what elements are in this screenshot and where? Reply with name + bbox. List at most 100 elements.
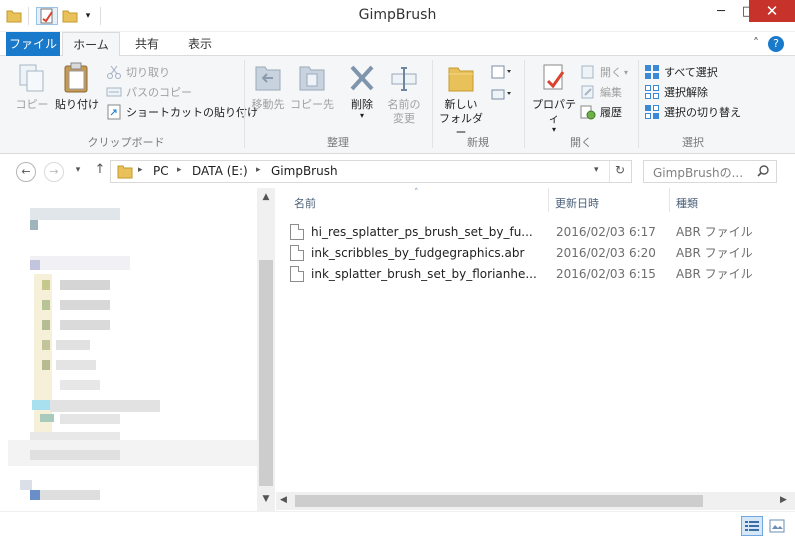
close-button[interactable]: ✕ xyxy=(749,0,795,22)
copy-path-button[interactable]: パスのコピー xyxy=(106,82,242,102)
open-dropdown-icon[interactable]: ▾ xyxy=(624,68,628,77)
copy-path-icon xyxy=(106,87,122,97)
open-icon xyxy=(581,65,594,79)
file-icon xyxy=(290,244,304,261)
nav-icon-blurred xyxy=(40,414,54,422)
breadcrumb-separator[interactable]: ▸ xyxy=(256,165,261,175)
minimize-button[interactable]: ─ xyxy=(708,0,734,22)
breadcrumb-pc[interactable]: PC xyxy=(153,164,169,178)
nav-item-blurred[interactable] xyxy=(56,360,96,370)
navigation-pane[interactable]: ▲ ▼ xyxy=(0,188,276,511)
new-folder-button[interactable]: 新しい フォルダー xyxy=(436,62,486,140)
easy-access-icon xyxy=(491,89,511,100)
nav-item-blurred[interactable] xyxy=(60,380,100,390)
tab-file[interactable]: ファイル xyxy=(6,32,60,56)
tab-home[interactable]: ホーム xyxy=(62,32,120,57)
column-header-date[interactable]: 更新日時 xyxy=(555,194,665,214)
properties-label: プロパティ xyxy=(532,98,576,125)
select-none-button[interactable]: 選択解除 xyxy=(644,82,754,102)
collapse-ribbon-icon[interactable]: ˄ xyxy=(748,36,764,52)
nav-item-blurred[interactable] xyxy=(40,490,100,500)
horizontal-scrollbar-thumb[interactable] xyxy=(295,495,703,507)
properties-dropdown-icon[interactable]: ▾ xyxy=(528,126,580,134)
select-none-label: 選択解除 xyxy=(664,86,708,99)
file-name: hi_res_splatter_ps_brush_set_by_fu... xyxy=(311,224,533,239)
copy-button[interactable]: コピー xyxy=(14,62,50,112)
ribbon: コピー 貼り付け 切り取り パスのコピー ショートカットの貼り付け クリップボー… xyxy=(0,56,795,154)
details-view-icon xyxy=(745,521,759,531)
details-view-button[interactable] xyxy=(741,516,763,536)
copy-icon xyxy=(19,64,44,92)
address-separator xyxy=(609,161,610,182)
ribbon-tab-bar: ファイル ホーム 共有 表示 ˄ ? xyxy=(0,32,795,57)
scroll-left-icon[interactable]: ◀ xyxy=(280,495,287,505)
select-all-button[interactable]: すべて選択 xyxy=(644,62,754,82)
scroll-up-icon[interactable]: ▲ xyxy=(259,192,273,202)
address-dropdown-icon[interactable]: ▾ xyxy=(594,165,599,175)
easy-access-button[interactable] xyxy=(490,86,514,105)
open-button[interactable]: 開く ▾ xyxy=(580,62,640,82)
nav-item-blurred[interactable] xyxy=(30,450,120,460)
ribbon-separator xyxy=(524,60,525,148)
nav-icon-blurred xyxy=(42,340,50,350)
recent-locations-icon[interactable]: ▾ xyxy=(72,165,84,175)
column-separator[interactable] xyxy=(669,188,670,212)
move-to-button[interactable]: 移動先 xyxy=(248,62,288,112)
forward-button[interactable]: → xyxy=(44,162,64,182)
nav-item-blurred[interactable] xyxy=(60,414,120,424)
edit-button[interactable]: 編集 xyxy=(580,82,640,102)
up-button[interactable]: ↑ xyxy=(92,162,108,177)
nav-item-blurred[interactable] xyxy=(60,280,110,290)
scroll-right-icon[interactable]: ▶ xyxy=(780,495,787,505)
invert-selection-button[interactable]: 選択の切り替え xyxy=(644,102,754,122)
file-row[interactable]: hi_res_splatter_ps_brush_set_by_fu... 20… xyxy=(290,221,770,242)
history-button[interactable]: 履歴 xyxy=(580,102,640,122)
large-icons-view-button[interactable] xyxy=(766,516,788,536)
nav-item-blurred[interactable] xyxy=(50,400,160,412)
nav-item-blurred[interactable] xyxy=(30,256,130,270)
help-icon[interactable]: ? xyxy=(768,36,784,52)
nav-icon-blurred xyxy=(30,490,40,500)
file-date: 2016/02/03 6:15 xyxy=(556,266,656,281)
scissors-icon xyxy=(107,65,121,79)
tab-share[interactable]: 共有 xyxy=(122,32,172,56)
breadcrumb-separator[interactable]: ▸ xyxy=(138,165,143,175)
breadcrumb-separator[interactable]: ▸ xyxy=(177,165,182,175)
nav-item-blurred[interactable] xyxy=(56,340,90,350)
new-item-button[interactable] xyxy=(490,64,514,83)
nav-item-blurred[interactable] xyxy=(30,208,120,220)
copy-to-button[interactable]: コピー先 xyxy=(290,62,334,112)
open-small-items: 開く ▾ 編集 履歴 xyxy=(580,62,640,122)
nav-scrollbar-thumb[interactable] xyxy=(259,260,273,486)
refresh-icon[interactable]: ↻ xyxy=(615,163,625,177)
select-small-items: すべて選択 選択解除 選択の切り替え xyxy=(644,62,754,122)
rename-button[interactable]: 名前の 変更 xyxy=(384,62,424,126)
address-bar[interactable]: ▸ PC ▸ DATA (E:) ▸ GimpBrush ▾ ↻ xyxy=(110,160,632,183)
paste-shortcut-button[interactable]: ショートカットの貼り付け xyxy=(106,102,258,122)
delete-dropdown-icon[interactable]: ▾ xyxy=(342,112,382,120)
back-button[interactable]: ← xyxy=(16,162,36,182)
search-input[interactable]: GimpBrushの... xyxy=(643,160,777,183)
nav-item-blurred[interactable] xyxy=(60,320,110,330)
breadcrumb-current-folder[interactable]: GimpBrush xyxy=(271,164,338,178)
column-header-type[interactable]: 種類 xyxy=(676,194,776,214)
scroll-down-icon[interactable]: ▼ xyxy=(259,494,273,504)
copy-label: コピー xyxy=(15,98,49,111)
cut-button[interactable]: 切り取り xyxy=(106,62,242,82)
file-row[interactable]: ink_splatter_brush_set_by_florianhe... 2… xyxy=(290,263,770,284)
tab-view[interactable]: 表示 xyxy=(174,32,226,56)
delete-button[interactable]: 削除 ▾ xyxy=(342,62,382,120)
column-header-name[interactable]: 名前 xyxy=(294,194,544,214)
address-row: ← → ▾ ↑ ▸ PC ▸ DATA (E:) ▸ GimpBrush ▾ ↻… xyxy=(0,155,795,188)
file-row[interactable]: ink_scribbles_by_fudgegraphics.abr 2016/… xyxy=(290,242,770,263)
breadcrumb-drive[interactable]: DATA (E:) xyxy=(192,164,248,178)
ribbon-separator xyxy=(244,60,245,148)
paste-button[interactable]: 貼り付け xyxy=(54,62,100,112)
select-group-label: 選択 xyxy=(682,136,704,149)
large-icons-view-icon xyxy=(769,519,785,533)
status-bar xyxy=(0,511,795,539)
search-icon[interactable] xyxy=(756,164,770,178)
nav-item-blurred[interactable] xyxy=(60,300,110,310)
column-separator[interactable] xyxy=(548,188,549,212)
properties-button[interactable]: プロパティ ▾ xyxy=(528,62,580,134)
